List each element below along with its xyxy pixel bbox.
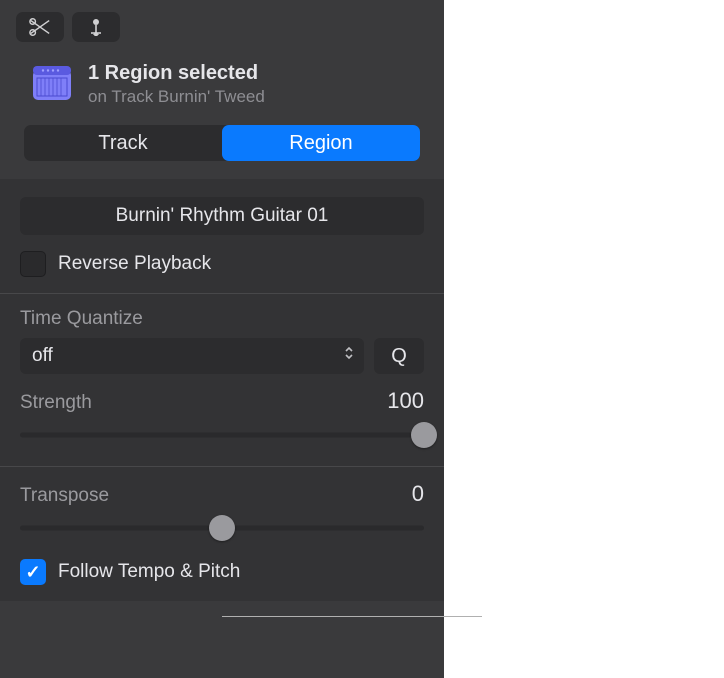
time-quantize-dropdown[interactable]: off: [20, 338, 364, 374]
mic-settings-icon: [86, 17, 106, 37]
transpose-label: Transpose: [20, 485, 109, 507]
reverse-playback-row: Reverse Playback: [0, 235, 444, 293]
strength-row: Strength 100: [20, 388, 424, 414]
track-region-tabs: Track Region: [24, 125, 420, 161]
transpose-slider[interactable]: [20, 515, 424, 541]
tab-region[interactable]: Region: [222, 125, 420, 161]
track-subtitle: on Track Burnin' Tweed: [88, 87, 265, 107]
scissors-icon: [29, 18, 51, 36]
amp-icon: [30, 65, 74, 105]
mic-settings-button[interactable]: [72, 12, 120, 42]
chevron-updown-icon: [344, 345, 354, 367]
region-header: 1 Region selected on Track Burnin' Tweed: [0, 52, 444, 117]
scissors-tool-button[interactable]: [16, 12, 64, 42]
transpose-row: Transpose 0: [20, 481, 424, 507]
time-quantize-label: Time Quantize: [20, 308, 424, 330]
transpose-value: 0: [412, 481, 424, 507]
inspector-panel: 1 Region selected on Track Burnin' Tweed…: [0, 0, 444, 678]
tab-track[interactable]: Track: [24, 125, 222, 161]
follow-tempo-row: Follow Tempo & Pitch: [0, 551, 444, 601]
follow-tempo-checkbox[interactable]: [20, 559, 46, 585]
time-quantize-section: Time Quantize off Q Strength 100: [0, 294, 444, 466]
reverse-playback-label: Reverse Playback: [58, 253, 211, 275]
reverse-playback-checkbox[interactable]: [20, 251, 46, 277]
follow-tempo-label: Follow Tempo & Pitch: [58, 561, 240, 583]
region-name-container: Burnin' Rhythm Guitar 01: [20, 179, 424, 235]
quantize-button[interactable]: Q: [374, 338, 424, 374]
region-name-field[interactable]: Burnin' Rhythm Guitar 01: [20, 197, 424, 235]
region-count-title: 1 Region selected: [88, 62, 265, 85]
strength-slider[interactable]: [20, 422, 424, 448]
transpose-section: Transpose 0: [0, 467, 444, 551]
strength-label: Strength: [20, 392, 92, 414]
time-quantize-value: off: [32, 345, 53, 367]
strength-value: 100: [387, 388, 424, 414]
header-text: 1 Region selected on Track Burnin' Tweed: [88, 62, 265, 107]
top-toolbar: [0, 0, 444, 52]
callout-line: [222, 616, 482, 617]
